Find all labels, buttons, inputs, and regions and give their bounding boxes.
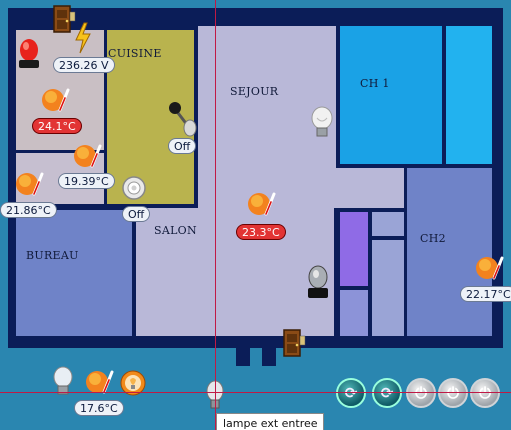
wall — [336, 286, 370, 290]
refresh-button[interactable]: ⟳ — [372, 378, 402, 408]
power-button[interactable]: ⏻ — [438, 378, 468, 408]
refresh-icon: ⟳ — [380, 384, 394, 402]
power-button[interactable]: ⏻ — [406, 378, 436, 408]
door-icon[interactable] — [282, 328, 306, 358]
power-icon: ⏻ — [479, 384, 491, 402]
crosshair-vertical — [215, 0, 216, 430]
room-hall — [336, 168, 406, 208]
wall — [442, 26, 446, 164]
room-label-ch1: CH 1 — [360, 77, 390, 90]
room-violet-4 — [372, 240, 404, 336]
room-label-ch2: CH2 — [420, 232, 446, 245]
tooltip: lampe ext entree — [216, 413, 324, 430]
wall — [262, 336, 276, 366]
room-violet-1 — [340, 212, 368, 288]
room-salon-west — [16, 210, 134, 336]
temperature-reading-kitchen: 24.1°C — [32, 118, 82, 134]
refresh-icon: ⟳ — [344, 384, 358, 402]
thermometer-sun-icon — [246, 190, 276, 218]
alarm-siren-icon[interactable] — [16, 36, 42, 70]
siren-off-icon[interactable] — [306, 264, 330, 300]
thermometer-sun-icon — [40, 86, 70, 114]
temperature-reading-left: 21.86°C — [0, 202, 57, 218]
temperature-reading-ch2: 22.17°C — [460, 286, 511, 302]
refresh-button[interactable]: ⟳ — [336, 378, 366, 408]
wall — [372, 236, 406, 240]
room-label-sejour: SEJOUR — [230, 85, 279, 98]
room-label-salon: SALON — [154, 224, 197, 237]
crosshair-horizontal — [0, 392, 511, 393]
wall — [132, 206, 136, 336]
wall — [336, 164, 492, 168]
room-ch2 — [406, 168, 492, 336]
floorplan-stage: CUISINE SEJOUR CH 1 CH2 SALON BUREAU 236… — [0, 0, 511, 430]
wall — [236, 336, 250, 366]
wall — [368, 212, 372, 336]
lightning-icon — [74, 22, 92, 54]
voltage-reading: 236.26 V — [53, 57, 115, 73]
lever-switch-icon[interactable] — [166, 100, 200, 138]
power-icon: ⏻ — [415, 384, 427, 402]
ceiling-lamp-icon[interactable] — [122, 176, 146, 200]
thermometer-sun-icon — [14, 170, 44, 198]
room-violet-2 — [372, 212, 404, 238]
kitchen-switch-state: Off — [168, 138, 197, 154]
room-label-bureau: BUREAU — [26, 249, 79, 262]
power-icon: ⏻ — [447, 384, 459, 402]
kitchen-lamp-state: Off — [122, 206, 151, 222]
room-violet-3 — [340, 290, 368, 336]
thermometer-sun-icon — [72, 142, 102, 170]
wall — [336, 26, 340, 168]
temperature-reading-sejour: 23.3°C — [236, 224, 286, 240]
door-icon[interactable] — [52, 4, 76, 34]
room-ch1-strip — [446, 26, 492, 164]
light-bulb-icon[interactable] — [310, 106, 334, 140]
power-button[interactable]: ⏻ — [470, 378, 500, 408]
room-label-cuisine: CUISINE — [108, 47, 162, 60]
thermometer-sun-icon — [474, 254, 504, 282]
wall — [404, 164, 407, 336]
wall — [334, 208, 338, 336]
temperature-reading-outside: 17.6°C — [74, 400, 124, 416]
temperature-reading-kitchen-low: 19.39°C — [58, 173, 115, 189]
